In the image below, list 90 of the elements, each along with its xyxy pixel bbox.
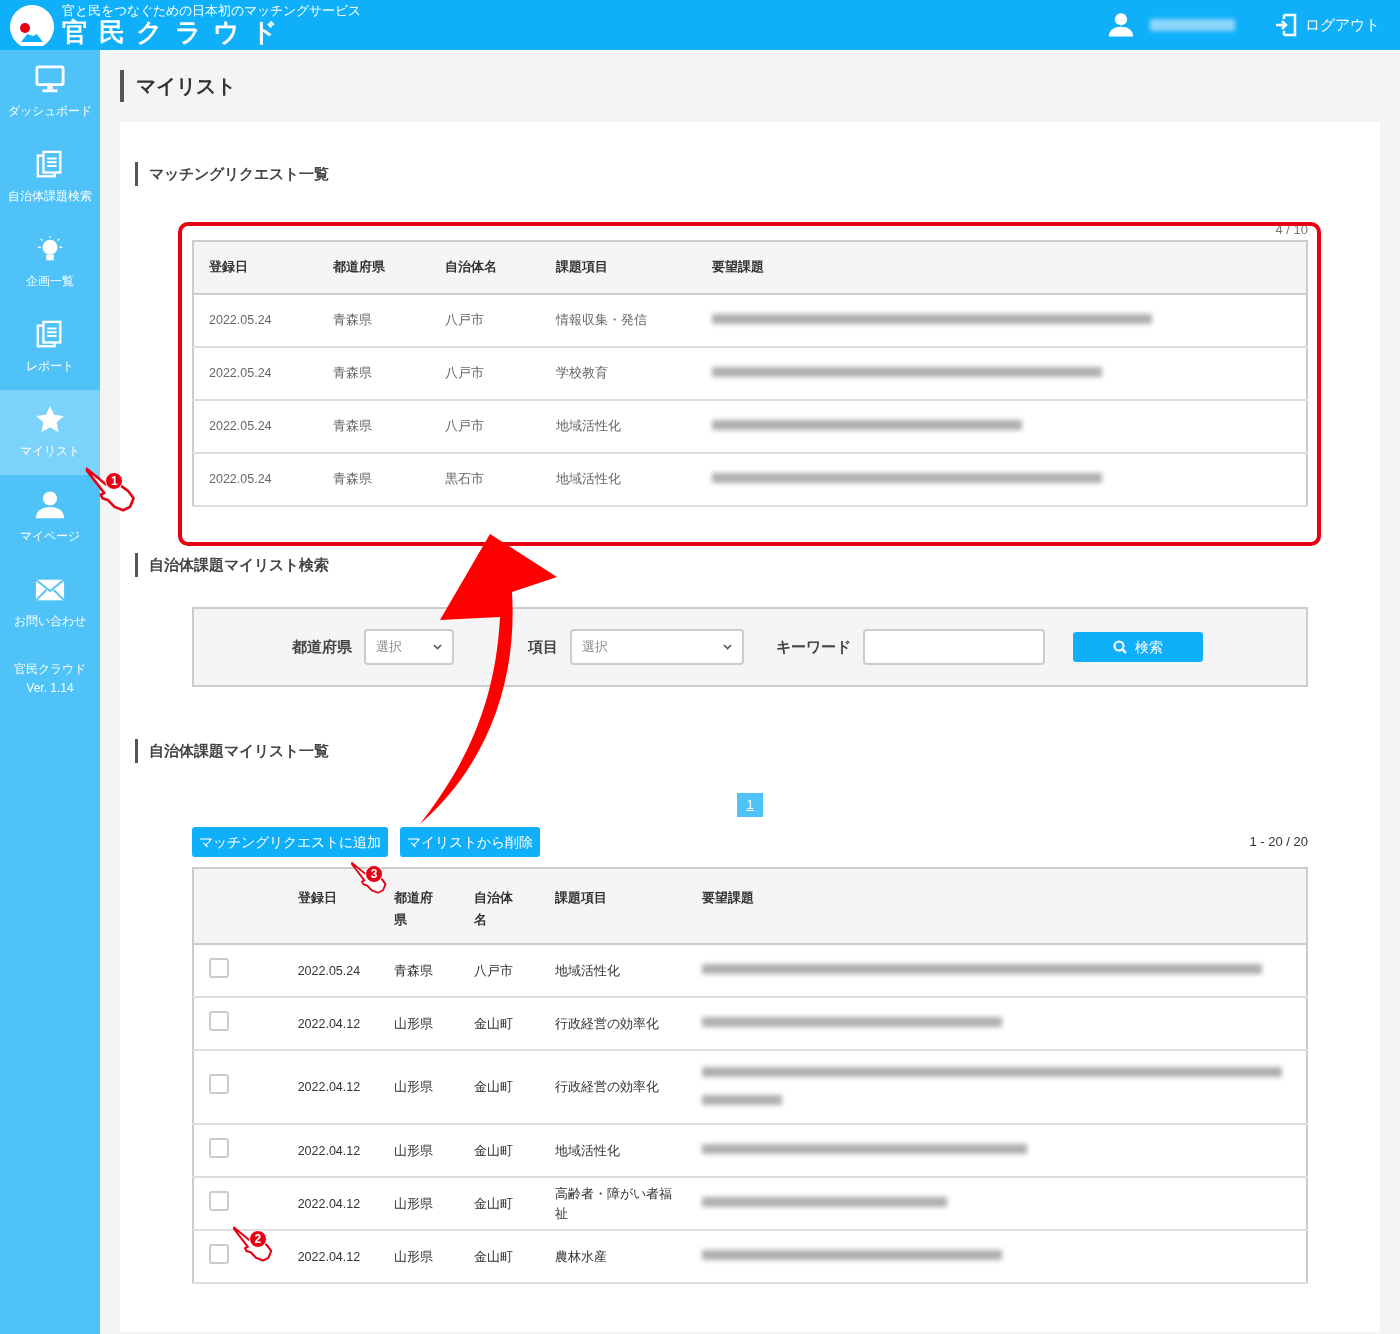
table-cell: 山形県	[378, 1050, 460, 1124]
table-cell: 山形県	[378, 1124, 460, 1177]
table-cell: 情報収集・発信	[541, 294, 697, 347]
table-cell: 金山町	[459, 1050, 540, 1124]
column-header: 都道府県	[317, 241, 430, 294]
mountain-logo	[10, 4, 54, 46]
select-field[interactable]: 選択	[570, 629, 744, 665]
table-cell: 青森県	[317, 347, 430, 400]
table-cell: 2022.04.12	[282, 1177, 379, 1230]
table-cell: 行政経営の効率化	[539, 997, 688, 1050]
sidebar-item[interactable]: 自治体課題検索	[0, 135, 100, 220]
chevron-icon	[433, 644, 442, 650]
table-cell: 八戸市	[459, 944, 540, 997]
table-cell: 山形県	[378, 997, 460, 1050]
table-cell: 金山町	[459, 997, 540, 1050]
monitor-icon	[35, 64, 65, 95]
star-icon	[35, 404, 65, 435]
table-cell: 高齢者・障がい者福祉	[539, 1177, 688, 1230]
checkbox[interactable]	[209, 1243, 229, 1264]
table-cell: 金山町	[459, 1124, 540, 1177]
sidebar-item[interactable]: マイページ	[0, 475, 100, 560]
checkbox[interactable]	[209, 957, 229, 978]
column-header: 都道府県	[378, 868, 460, 944]
table-cell: 八戸市	[429, 294, 542, 347]
column-header: 課題項目	[539, 868, 688, 944]
logout-link[interactable]: ログアウト	[1275, 13, 1380, 37]
column-header: 自治体名	[429, 241, 542, 294]
sidebar-item[interactable]: お問い合わせ	[0, 560, 100, 645]
table-cell: 青森県	[317, 400, 430, 453]
number-badge: 1	[105, 472, 124, 490]
column-header: 要望課題	[696, 241, 1307, 294]
table-cell: 2022.04.12	[282, 1124, 379, 1177]
checkbox[interactable]	[209, 1190, 229, 1211]
checkbox[interactable]	[209, 1010, 229, 1031]
table-cell: 2022.05.24	[193, 453, 318, 506]
column-header: 登録日	[193, 241, 318, 294]
field-label: キーワード	[776, 636, 851, 657]
chevron-icon	[723, 644, 732, 650]
search-icon	[1113, 640, 1127, 654]
table-cell: 青森県	[378, 944, 460, 997]
search-button[interactable]: 検索	[1073, 632, 1203, 662]
field-label: 都道府県	[292, 636, 352, 657]
column-header: 要望課題	[687, 868, 1307, 944]
sidebar-item[interactable]: 企画一覧	[0, 220, 100, 305]
action-button[interactable]: マイリストから削除	[400, 827, 540, 857]
column-header: 自治体名	[459, 868, 540, 944]
sidebar-item[interactable]: マイリスト	[0, 390, 100, 475]
table-cell: 2022.05.24	[193, 347, 318, 400]
table-cell: 地域活性化	[541, 453, 697, 506]
table-cell: 地域活性化	[541, 400, 697, 453]
count-text: 1 - 20 / 20	[1249, 833, 1308, 852]
table-cell: 2022.04.12	[282, 1050, 379, 1124]
table-cell: 金山町	[459, 1177, 540, 1230]
page-title: マイリスト	[120, 70, 1380, 102]
table-cell: 青森県	[317, 453, 430, 506]
table-cell: 金山町	[459, 1230, 540, 1283]
table-cell: 2022.04.12	[282, 1230, 379, 1283]
logout-icon	[1275, 13, 1297, 37]
table-cell: 地域活性化	[539, 1124, 688, 1177]
sidebar-item[interactable]: レポート	[0, 305, 100, 390]
table-cell: 行政経営の効率化	[539, 1050, 688, 1124]
table-cell: 2022.04.12	[282, 997, 379, 1050]
table-cell: 2022.05.24	[193, 294, 318, 347]
page-link[interactable]: 1	[737, 793, 763, 817]
table-cell: 八戸市	[429, 347, 542, 400]
table-cell: 青森県	[317, 294, 430, 347]
table-cell: 地域活性化	[539, 944, 688, 997]
table-cell: 2022.05.24	[282, 944, 379, 997]
table-cell: 山形県	[378, 1177, 460, 1230]
table-cell: 2022.05.24	[193, 400, 318, 453]
checkbox[interactable]	[209, 1137, 229, 1158]
table-cell: 山形県	[378, 1230, 460, 1283]
user-icon	[1108, 12, 1134, 38]
table-cell: 学校教育	[541, 347, 697, 400]
table-cell: 黒石市	[429, 453, 542, 506]
column-header: 課題項目	[541, 241, 697, 294]
table-cell: 農林水産	[539, 1230, 688, 1283]
keyword-input[interactable]	[863, 629, 1045, 665]
section-heading: マッチングリクエスト一覧	[135, 162, 1308, 186]
sidebar-item[interactable]: ダッシュボード	[0, 50, 100, 135]
checkbox[interactable]	[209, 1074, 229, 1095]
person-icon	[35, 489, 65, 520]
version-text: 官民クラウド	[13, 661, 87, 678]
select-field[interactable]: 選択	[364, 629, 454, 665]
brand-name: 官 民 ク ラ ウ ド	[62, 18, 281, 45]
table-cell: 八戸市	[429, 400, 542, 453]
action-button[interactable]: マッチングリクエストに追加	[192, 827, 388, 857]
tagline: 官と民をつなぐための日本初のマッチングサービス	[62, 5, 361, 19]
field-label: 項目	[528, 636, 558, 657]
version-text: Ver. 1.14	[25, 680, 75, 698]
